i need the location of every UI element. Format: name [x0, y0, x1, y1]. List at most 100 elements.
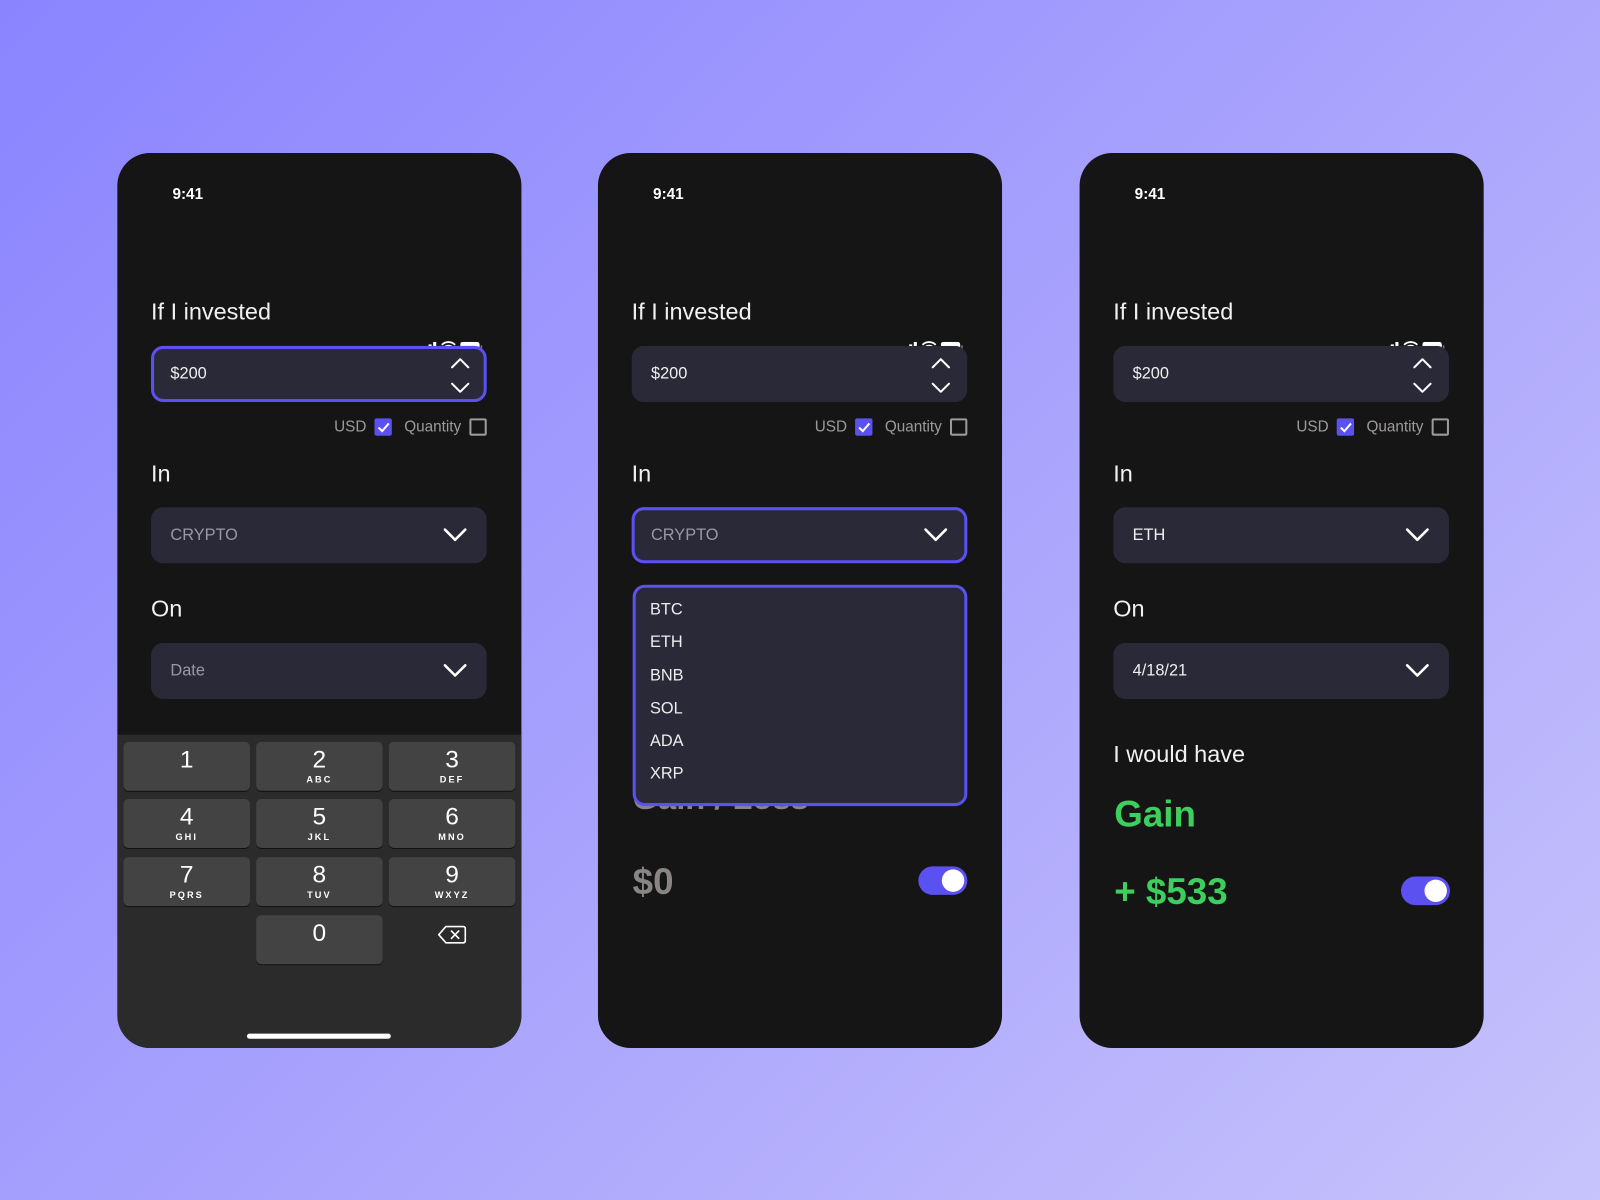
- key-3[interactable]: 3 DEF: [388, 741, 516, 791]
- amount-stepper[interactable]: [931, 355, 950, 398]
- amount-value: $200: [1132, 364, 1169, 383]
- result-toggle[interactable]: [1401, 876, 1450, 906]
- amount-stepper[interactable]: [1413, 355, 1432, 398]
- key-digit: 6: [445, 803, 459, 831]
- chevron-up-icon[interactable]: [451, 355, 470, 373]
- dropdown-option[interactable]: ADA: [650, 733, 964, 766]
- invested-heading: If I invested: [151, 297, 272, 325]
- dropdown-option[interactable]: ETH: [650, 634, 964, 667]
- quantity-label: Quantity: [404, 418, 462, 436]
- chevron-down-icon: [923, 528, 948, 547]
- chevron-down-icon: [1405, 663, 1429, 682]
- key-letters: MNO: [438, 831, 466, 842]
- date-select[interactable]: 4/18/21: [1113, 642, 1449, 699]
- numeric-keypad: 1 2 ABC 3 DEF 4 GHI 5 JKL 6 MNO 7 PQRS 8 TUV 9 WXYZ 0: [117, 734, 522, 1048]
- status-time: 9:41: [653, 185, 684, 204]
- key-letters: TUV: [307, 889, 332, 900]
- amount-input[interactable]: $200: [631, 345, 968, 403]
- date-value: 4/18/21: [1132, 661, 1188, 680]
- key-digit: 8: [312, 861, 327, 889]
- dropdown-option[interactable]: SOL: [650, 700, 964, 733]
- on-heading: On: [151, 594, 183, 622]
- key-digit: 9: [445, 861, 459, 889]
- crypto-select[interactable]: CRYPTO: [151, 507, 487, 564]
- key-9[interactable]: 9 WXYZ: [388, 857, 516, 907]
- dropdown-option[interactable]: BNB: [650, 667, 964, 700]
- phone-screen-keypad: 9:41 If I invested In USD Quantity $200 C…: [117, 153, 522, 1048]
- key-2[interactable]: 2 ABC: [256, 741, 383, 791]
- key-0[interactable]: 0: [256, 915, 383, 965]
- result-toggle[interactable]: [918, 866, 968, 895]
- home-indicator[interactable]: [246, 1033, 391, 1039]
- quantity-checkbox[interactable]: [949, 418, 968, 436]
- crypto-select[interactable]: ETH: [1113, 507, 1449, 564]
- quantity-label: Quantity: [1366, 418, 1424, 436]
- amount-value: $200: [170, 364, 207, 383]
- date-placeholder: Date: [170, 661, 205, 680]
- chevron-down-icon: [443, 663, 467, 682]
- key-letters: GHI: [175, 831, 198, 842]
- crypto-placeholder: CRYPTO: [170, 526, 238, 544]
- dropdown-option[interactable]: XRP: [650, 766, 964, 799]
- key-8[interactable]: 8 TUV: [256, 857, 383, 907]
- on-heading: On: [1113, 594, 1145, 622]
- key-letters: ABC: [306, 774, 333, 785]
- key-digit: 3: [445, 745, 459, 774]
- amount-value: $200: [651, 364, 688, 383]
- phone-screen-dropdown: 9:41 If I invested In USD Quantity $200 C…: [597, 153, 1003, 1048]
- key-letters: DEF: [439, 774, 465, 785]
- key-4[interactable]: 4 GHI: [123, 798, 250, 848]
- in-heading: In: [1113, 460, 1133, 487]
- key-digit: 1: [179, 745, 194, 774]
- chevron-down-icon[interactable]: [451, 380, 470, 398]
- key-digit: 5: [312, 803, 327, 831]
- result-value: + $533: [1114, 870, 1228, 913]
- unit-options: USD Quantity: [1296, 418, 1449, 436]
- chevron-down-icon: [1405, 528, 1429, 547]
- date-select[interactable]: Date: [151, 642, 487, 699]
- in-heading: In: [631, 460, 652, 487]
- amount-input[interactable]: $200: [1113, 345, 1449, 403]
- usd-label: USD: [334, 418, 367, 436]
- usd-label: USD: [1296, 418, 1329, 436]
- chevron-up-icon[interactable]: [1413, 355, 1432, 373]
- in-heading: In: [151, 460, 171, 487]
- key-digit: 2: [312, 745, 327, 774]
- key-letters: JKL: [307, 831, 332, 842]
- chevron-down-icon[interactable]: [1413, 380, 1432, 398]
- amount-stepper[interactable]: [451, 355, 470, 398]
- crypto-dropdown-list: BTC ETH BNB SOL ADA XRP: [632, 584, 968, 807]
- key-7[interactable]: 7 PQRS: [123, 857, 250, 907]
- usd-checkbox[interactable]: [374, 418, 392, 436]
- invested-heading: If I invested: [1113, 297, 1234, 325]
- usd-checkbox[interactable]: [1336, 418, 1355, 436]
- key-6[interactable]: 6 MNO: [388, 798, 516, 848]
- chevron-down-icon[interactable]: [931, 380, 950, 398]
- key-5[interactable]: 5 JKL: [256, 798, 383, 848]
- would-have-heading: I would have: [1113, 740, 1246, 768]
- backspace-icon[interactable]: [437, 924, 467, 950]
- status-time: 9:41: [1134, 185, 1166, 204]
- key-letters: WXYZ: [434, 889, 470, 900]
- quantity-label: Quantity: [884, 418, 942, 436]
- key-digit: 0: [312, 919, 327, 947]
- crypto-select[interactable]: CRYPTO: [631, 507, 968, 564]
- usd-checkbox[interactable]: [855, 418, 873, 436]
- key-digit: 7: [179, 861, 194, 889]
- invested-heading: If I invested: [631, 297, 752, 325]
- key-letters: PQRS: [169, 889, 204, 900]
- dropdown-option[interactable]: BTC: [650, 601, 964, 634]
- key-digit: 4: [179, 803, 194, 831]
- usd-label: USD: [814, 418, 848, 436]
- chevron-down-icon: [443, 528, 467, 547]
- amount-input[interactable]: $200: [151, 345, 487, 403]
- key-1[interactable]: 1: [123, 741, 250, 791]
- result-value: $0: [632, 860, 674, 903]
- phone-screen-result: 9:41 If I invested In USD Quantity $200 E…: [1079, 153, 1484, 1048]
- chevron-up-icon[interactable]: [931, 355, 950, 373]
- quantity-checkbox[interactable]: [469, 418, 487, 436]
- unit-options: USD Quantity: [334, 418, 487, 436]
- crypto-value: ETH: [1132, 526, 1166, 544]
- unit-options: USD Quantity: [814, 418, 968, 436]
- quantity-checkbox[interactable]: [1431, 418, 1449, 436]
